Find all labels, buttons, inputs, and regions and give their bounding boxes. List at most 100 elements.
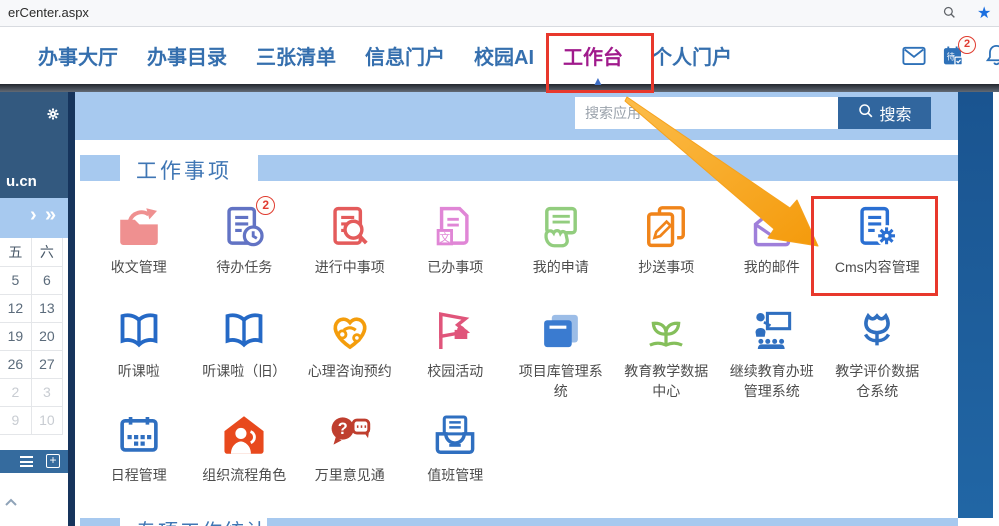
- search-button[interactable]: 搜索: [838, 97, 931, 129]
- zoom-icon[interactable]: [942, 5, 957, 25]
- section-accent-bar: [267, 518, 958, 526]
- add-icon[interactable]: +: [46, 454, 60, 468]
- calendar-day-cell[interactable]: 19: [0, 322, 31, 350]
- app-item[interactable]: 心理咨询预约: [297, 296, 403, 400]
- app-item[interactable]: 组织流程角色: [192, 400, 298, 486]
- app-item-label: 待办任务: [196, 258, 292, 278]
- right-edge-panel: [958, 92, 993, 518]
- bell-icon[interactable]: [984, 43, 999, 73]
- app-item[interactable]: 校园活动: [403, 296, 509, 400]
- apps-grid: 收文管理待办任务2进行中事项文已办事项我的申请抄送事项我的邮件Cms内容管理听课…: [86, 192, 930, 486]
- book-open-icon: [192, 306, 298, 356]
- app-item[interactable]: 值班管理: [403, 400, 509, 486]
- sidebar-separator: [68, 92, 75, 526]
- app-item-label: 抄送事项: [618, 258, 714, 278]
- app-item[interactable]: ?万里意见通: [297, 400, 403, 486]
- app-item[interactable]: 教学评价数据仓系统: [825, 296, 931, 400]
- app-item[interactable]: 项目库管理系统: [508, 296, 614, 400]
- book-open-icon: [86, 306, 192, 356]
- calendar-day-cell[interactable]: 13: [31, 294, 62, 322]
- app-item-label: 已办事项: [407, 258, 503, 278]
- section-accent-bar: [80, 155, 120, 181]
- calendar-day-cell[interactable]: 10: [31, 406, 62, 434]
- app-item[interactable]: 教育教学数据中心: [614, 296, 720, 400]
- app-item[interactable]: 进行中事项: [297, 192, 403, 296]
- calendar-day-cell[interactable]: 2: [0, 378, 31, 406]
- house-person-icon: [192, 410, 298, 460]
- app-item-label: 我的申请: [513, 258, 609, 278]
- app-item[interactable]: 日程管理: [86, 400, 192, 486]
- sidebar-collapse-bar: › »: [0, 198, 68, 238]
- app-item-label: 值班管理: [407, 466, 503, 486]
- nav-item-1[interactable]: 办事大厅: [38, 41, 118, 70]
- calendar-day-cell[interactable]: 20: [31, 322, 62, 350]
- nav-item-6[interactable]: 工作台: [563, 41, 623, 70]
- app-item[interactable]: 继续教育办班管理系统: [719, 296, 825, 400]
- flag-building-icon: [403, 306, 509, 356]
- active-tab-caret-icon: ▲: [592, 74, 604, 88]
- app-item[interactable]: 听课啦（旧）: [192, 296, 298, 400]
- bookmark-star-icon[interactable]: ★: [977, 3, 991, 23]
- doc-clock-icon: [192, 202, 298, 252]
- doc-search-icon: [297, 202, 403, 252]
- calendar-weekday-header: 六: [31, 238, 62, 266]
- section-accent-bar: [258, 155, 958, 181]
- calendar-day-cell[interactable]: 6: [31, 266, 62, 294]
- nav-item-5[interactable]: 校园AI: [474, 41, 534, 70]
- folder-arrow-icon: [86, 202, 192, 252]
- sidebar-footer-bar: +: [0, 450, 68, 473]
- docs-pencil-icon: [614, 202, 720, 252]
- mail-icon[interactable]: [901, 43, 927, 74]
- sprout-book-icon: [614, 306, 720, 356]
- calendar-day-cell[interactable]: 26: [0, 350, 31, 378]
- browser-bar: erCenter.aspx ★: [0, 0, 999, 27]
- search-input[interactable]: [575, 97, 838, 129]
- double-chevron-right-icon[interactable]: »: [45, 204, 56, 227]
- nav-items: 办事大厅办事目录三张清单信息门户校园AI 工作台个人门户: [0, 27, 999, 84]
- app-item[interactable]: 听课啦: [86, 296, 192, 400]
- todo-count-badge: 2: [958, 36, 976, 54]
- app-item[interactable]: 我的申请: [508, 192, 614, 296]
- calendar-day-cell[interactable]: 3: [31, 378, 62, 406]
- chat-question-icon: ?: [297, 410, 403, 460]
- chevron-right-icon[interactable]: ›: [30, 204, 37, 227]
- mail-open-icon: [719, 202, 825, 252]
- nav-item-7[interactable]: 个人门户: [652, 41, 732, 70]
- app-item-label: 校园活动: [407, 362, 503, 382]
- app-item[interactable]: 抄送事项: [614, 192, 720, 296]
- sidebar-header-panel: u.cn: [0, 92, 68, 198]
- list-icon[interactable]: [20, 456, 33, 467]
- calendar-day-cell[interactable]: 9: [0, 406, 31, 434]
- folders-stack-icon: [508, 306, 614, 356]
- app-item-label: 教育教学数据中心: [618, 362, 714, 401]
- inbox-doc-icon: [403, 410, 509, 460]
- flower-icon: [825, 306, 931, 356]
- app-item[interactable]: 我的邮件: [719, 192, 825, 296]
- app-item-label: 组织流程角色: [196, 466, 292, 486]
- nav-item-4[interactable]: 信息门户: [365, 41, 445, 70]
- gear-icon[interactable]: [43, 104, 63, 129]
- section-title: 工作事项: [136, 155, 232, 185]
- calendar-day-cell[interactable]: 5: [0, 266, 31, 294]
- calendar-icon: [86, 410, 192, 460]
- svg-text:?: ?: [337, 420, 347, 438]
- app-item[interactable]: 待办任务2: [192, 192, 298, 296]
- app-item-label: Cms内容管理: [829, 258, 925, 278]
- calendar-day-cell[interactable]: 27: [31, 350, 62, 378]
- doc-text-icon: 文: [403, 202, 509, 252]
- app-item[interactable]: 文已办事项: [403, 192, 509, 296]
- top-navbar: 办事大厅办事目录三张清单信息门户校园AI工作台个人门户 ▲ 待 2: [0, 27, 999, 84]
- app-item[interactable]: Cms内容管理: [825, 192, 931, 296]
- app-item-label: 听课啦（旧）: [196, 362, 292, 382]
- app-item-label: 项目库管理系统: [513, 362, 609, 401]
- svg-text:文: 文: [440, 232, 451, 245]
- collapsed-caret-icon: [4, 494, 18, 512]
- nav-item-3[interactable]: 三张清单: [256, 41, 336, 70]
- calendar-day-cell[interactable]: 12: [0, 294, 31, 322]
- app-item[interactable]: 收文管理: [86, 192, 192, 296]
- svg-text:待: 待: [947, 52, 955, 62]
- app-item-label: 进行中事项: [302, 258, 398, 278]
- app-item-label: 我的邮件: [724, 258, 820, 278]
- portal-page: erCenter.aspx ★ 办事大厅办事目录三张清单信息门户校园AI 工作台个…: [0, 0, 999, 526]
- nav-item-2[interactable]: 办事目录: [147, 41, 227, 70]
